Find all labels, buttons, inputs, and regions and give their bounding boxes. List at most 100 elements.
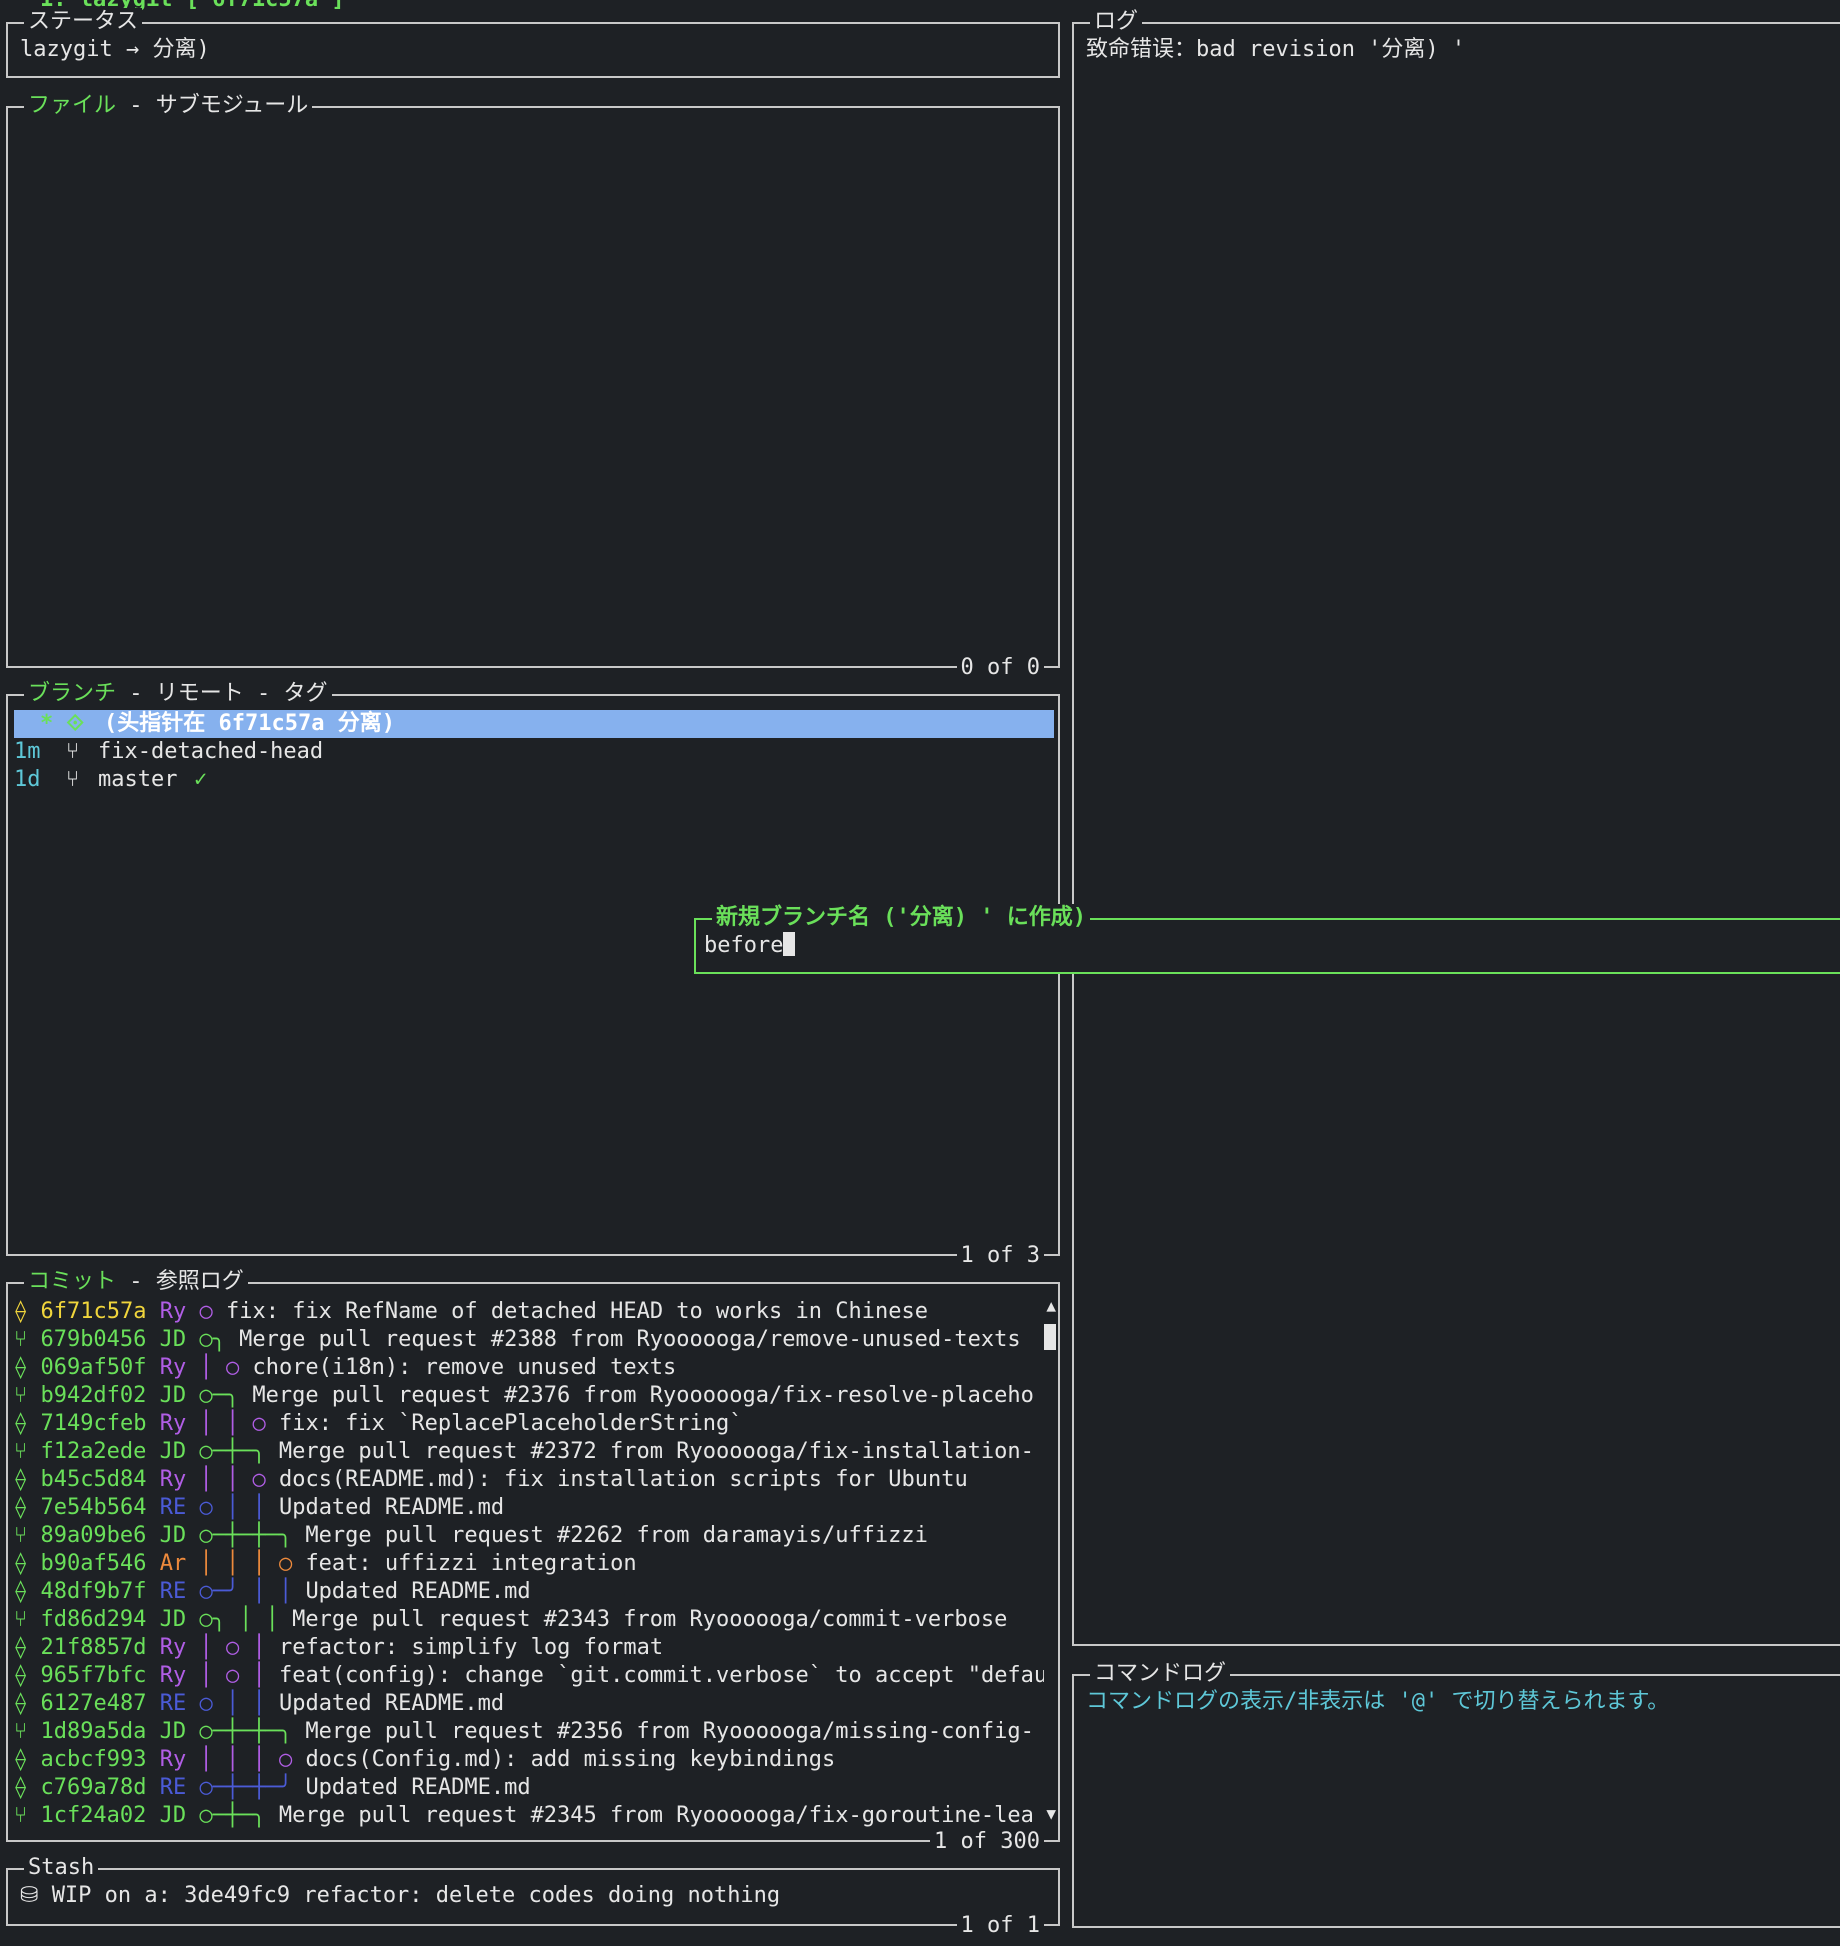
- commit-message: fix: fix RefName of detached HEAD to wor…: [225, 1299, 928, 1324]
- new-branch-dialog[interactable]: 新規ブランチ名 ('分离) ' に作成) before: [694, 904, 1840, 974]
- scrollbar-thumb[interactable]: [1044, 1324, 1056, 1350]
- commit-graph: │ │ │ ○: [199, 1551, 306, 1576]
- commit-row[interactable]: ⟠ 6f71c57a Ry ○ fix: fix RefName of deta…: [14, 1298, 928, 1326]
- commit-message: Updated README.md: [305, 1775, 531, 1800]
- commit-row[interactable]: ⟠ 21f8857d Ry │ ○ │ refactor: simplify l…: [14, 1634, 663, 1662]
- status-title: ステータス: [24, 8, 143, 36]
- status-panel[interactable]: ステータス lazygit → 分离): [6, 8, 1060, 78]
- commit-graph: │ │ ○: [199, 1411, 279, 1436]
- commit-graph: │ ○ │: [199, 1635, 279, 1660]
- commit-row[interactable]: ⑂ f12a2ede JD ○─┼─╮ Merge pull request #…: [14, 1438, 1034, 1466]
- commit-author: Ry: [159, 1355, 200, 1380]
- commit-hash: 7149cfeb: [40, 1411, 160, 1436]
- command-log-panel[interactable]: コマンドログ コマンドログの表示/非表示は '@' で切り替えられます。: [1072, 1660, 1840, 1928]
- merge-commit-icon: ⑂: [14, 1439, 41, 1464]
- commit-author: Ry: [159, 1467, 200, 1492]
- commit-row[interactable]: ⟠ 965f7bfc Ry │ ○ │ feat(config): change…: [14, 1662, 1044, 1690]
- commit-row[interactable]: ⟠ acbcf993 Ry │ │ │ ○ docs(Config.md): a…: [14, 1746, 835, 1774]
- commit-row[interactable]: ⟠ c769a78d RE ○─┼─┼─╯ Updated README.md: [14, 1774, 531, 1802]
- commit-row[interactable]: ⟠ 7e54b564 RE ○ │ │ Updated README.md: [14, 1494, 504, 1522]
- tab-files[interactable]: ファイル: [28, 93, 116, 118]
- stash-item[interactable]: ⛁ WIP on a: 3de49fc9 refactor: delete co…: [20, 1882, 780, 1910]
- commit-message: refactor: simplify log format: [278, 1635, 664, 1660]
- commit-message: feat: uffizzi integration: [305, 1551, 637, 1576]
- tab-tags[interactable]: タグ: [284, 681, 328, 706]
- commit-graph: ○─┼─╮: [199, 1439, 279, 1464]
- commit-message: Merge pull request #2262 from daramayis/…: [305, 1523, 928, 1548]
- commit-author: RE: [159, 1579, 200, 1604]
- branch-age: 1d: [14, 767, 41, 792]
- commit-icon: ⟠: [14, 1299, 41, 1324]
- commit-graph: ○─╯ │ │: [199, 1579, 306, 1604]
- commit-message: Updated README.md: [278, 1691, 505, 1716]
- input-value: before: [704, 933, 784, 958]
- commit-hash: 6127e487: [40, 1691, 160, 1716]
- commit-icon: ⟠: [14, 1579, 41, 1604]
- tab-separator: -: [116, 1269, 156, 1294]
- tab-separator: -: [243, 681, 284, 706]
- commit-hash: 89a09be6: [40, 1523, 160, 1548]
- tab-submodules[interactable]: サブモジュール: [156, 93, 308, 118]
- commit-row[interactable]: ⑂ b942df02 JD ○─╮ Merge pull request #23…: [14, 1382, 1034, 1410]
- branches-tabs: ブランチ - リモート - タグ: [24, 680, 332, 708]
- commits-panel[interactable]: コミット - 参照ログ ⟠ 6f71c57a Ry ○ fix: fix Ref…: [6, 1268, 1060, 1856]
- commit-row[interactable]: ⑂ 1cf24a02 JD ○─┼─╮ Merge pull request #…: [14, 1802, 1034, 1830]
- tab-branches[interactable]: ブランチ: [28, 681, 116, 706]
- commit-hash: 1cf24a02: [40, 1803, 160, 1828]
- branch-row-selected[interactable]: * ⟐ (头指针在 6f71c57a 分离): [14, 710, 1054, 738]
- files-counter: 0 of 0: [956, 654, 1044, 682]
- commit-author: JD: [159, 1439, 200, 1464]
- commit-graph: ○ │ │: [199, 1691, 279, 1716]
- stash-counter: 1 of 1: [956, 1912, 1044, 1940]
- merge-commit-icon: ⑂: [14, 1607, 41, 1632]
- commit-author: JD: [159, 1383, 200, 1408]
- commit-row[interactable]: ⟠ 7149cfeb Ry │ │ ○ fix: fix `ReplacePla…: [14, 1410, 743, 1438]
- commit-icon: ⟠: [14, 1551, 41, 1576]
- stash-panel[interactable]: Stash ⛁ WIP on a: 3de49fc9 refactor: del…: [6, 1854, 1060, 1940]
- stash-icon: ⛁: [20, 1883, 52, 1908]
- log-panel[interactable]: ログ 致命错误：bad revision '分离) ': [1072, 8, 1840, 1646]
- commit-hash: 21f8857d: [40, 1635, 160, 1660]
- commit-message: Merge pull request #2343 from Ryoooooga/…: [292, 1607, 1008, 1632]
- commit-list[interactable]: ⟠ 6f71c57a Ry ○ fix: fix RefName of deta…: [14, 1298, 1044, 1830]
- commit-graph: │ ○: [199, 1355, 253, 1380]
- branch-name-input[interactable]: before: [704, 932, 796, 960]
- commit-row[interactable]: ⟠ 48df9b7f RE ○─╯ │ │ Updated README.md: [14, 1578, 531, 1606]
- commit-row[interactable]: ⑂ fd86d294 JD ○╮ │ │ Merge pull request …: [14, 1606, 1007, 1634]
- commit-row[interactable]: ⑂ 89a09be6 JD ○─┼─┼─╮ Merge pull request…: [14, 1522, 928, 1550]
- commit-row[interactable]: ⟠ 6127e487 RE ○ │ │ Updated README.md: [14, 1690, 504, 1718]
- commit-hash: b942df02: [40, 1383, 160, 1408]
- commit-row[interactable]: ⟠ b90af546 Ar │ │ │ ○ feat: uffizzi inte…: [14, 1550, 637, 1578]
- tab-reflog[interactable]: 参照ログ: [156, 1269, 244, 1294]
- commit-row[interactable]: ⑂ 679b0456 JD ○╮ Merge pull request #238…: [14, 1326, 1021, 1354]
- tab-remotes[interactable]: リモート: [156, 681, 244, 706]
- commit-icon: ⟠: [14, 1747, 41, 1772]
- merge-commit-icon: ⑂: [14, 1523, 41, 1548]
- commit-message: Updated README.md: [305, 1579, 531, 1604]
- commit-message: Merge pull request #2388 from Ryoooooga/…: [239, 1327, 1021, 1352]
- commit-row[interactable]: ⟠ 069af50f Ry │ ○ chore(i18n): remove un…: [14, 1354, 676, 1382]
- commit-row[interactable]: ⟠ b45c5d84 Ry │ │ ○ docs(README.md): fix…: [14, 1466, 968, 1494]
- commit-graph: ○─╮: [199, 1383, 253, 1408]
- branches-panel[interactable]: ブランチ - リモート - タグ * ⟐ (头指针在 6f71c57a 分离) …: [6, 680, 1060, 1270]
- merge-commit-icon: ⑂: [14, 1327, 41, 1352]
- scroll-down-arrow[interactable]: ▼: [1046, 1804, 1056, 1823]
- commit-icon: ⟠: [14, 1635, 41, 1660]
- commit-graph: ○─┼─┼─╯: [199, 1775, 306, 1800]
- commit-row[interactable]: ⑂ 1d89a5da JD ○─┼─┼─╮ Merge pull request…: [14, 1718, 1034, 1746]
- scroll-up-arrow[interactable]: ▲: [1046, 1296, 1056, 1315]
- tab-separator: -: [116, 681, 156, 706]
- merge-commit-icon: ⑂: [14, 1719, 41, 1744]
- commit-graph: ○─┼─┼─╮: [199, 1719, 306, 1744]
- commit-hash: 48df9b7f: [40, 1579, 160, 1604]
- branch-name: (头指针在 6f71c57a 分离): [104, 711, 395, 736]
- commit-message: docs(README.md): fix installation script…: [278, 1467, 968, 1492]
- commit-author: Ry: [159, 1635, 200, 1660]
- branch-row[interactable]: 1m ⑂ fix-detached-head: [14, 738, 1054, 766]
- tab-commits[interactable]: コミット: [28, 1269, 116, 1294]
- commit-message: Merge pull request #2356 from Ryoooooga/…: [305, 1719, 1034, 1744]
- commit-hash: 679b0456: [40, 1327, 160, 1352]
- command-log-title: コマンドログ: [1090, 1660, 1231, 1688]
- files-panel[interactable]: ファイル - サブモジュール 0 of 0: [6, 92, 1060, 682]
- branch-row[interactable]: 1d ⑂ master ✓: [14, 766, 1054, 794]
